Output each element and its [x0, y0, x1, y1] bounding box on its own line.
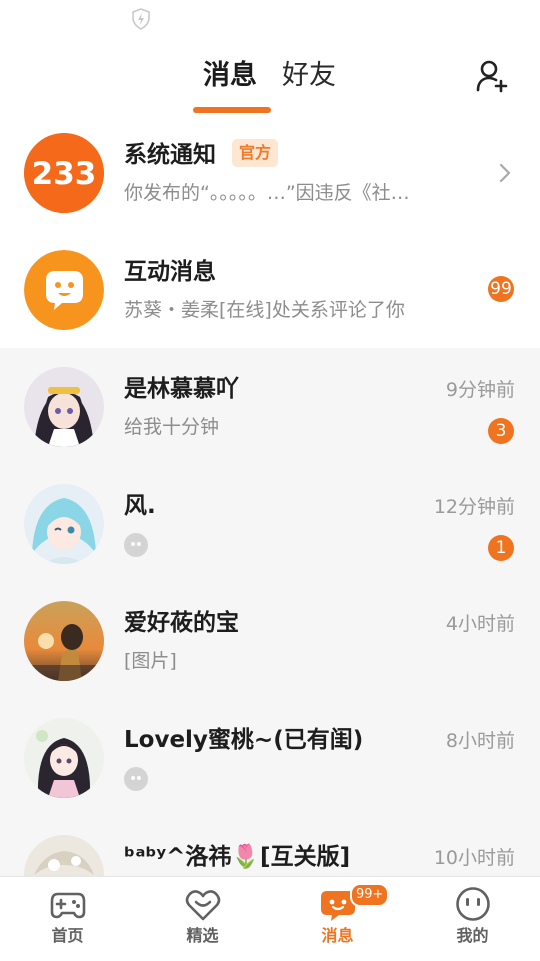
system-logo-icon: 233: [24, 133, 104, 213]
conversation-time: 8小时前: [445, 730, 515, 752]
conversation-name: 风.: [124, 493, 156, 519]
conversation-preview: [图片]: [124, 650, 177, 672]
tab-active-indicator: [193, 107, 271, 113]
header: 消息 好友: [0, 40, 540, 115]
tab-label: 首页: [51, 926, 84, 945]
conversation-preview: [124, 763, 148, 796]
unread-badge: 1: [488, 535, 514, 561]
conversation-preview: [124, 529, 148, 562]
tab-messages[interactable]: 消息: [203, 56, 257, 96]
tab-featured[interactable]: 精选: [135, 877, 270, 961]
speech-bubble-face-icon: [24, 250, 104, 330]
add-friend-icon[interactable]: [474, 58, 510, 94]
sticker-icon: [124, 533, 148, 557]
sticker-icon: [124, 767, 148, 791]
avatar: [24, 250, 104, 330]
tab-messages-nav[interactable]: 99+ 消息: [270, 877, 405, 961]
tab-label: 精选: [186, 926, 219, 945]
conversation-name: 爱好莜的宝: [124, 610, 239, 636]
chevron-right-icon: [499, 163, 511, 183]
conversation-preview: 给我十分钟: [124, 416, 220, 438]
tab-label: 消息: [321, 926, 354, 945]
status-bar: [0, 0, 540, 40]
conversation-name: 是林慕慕吖: [124, 376, 239, 402]
face-icon: [456, 887, 490, 921]
conversation-name: Lovely蜜桃~(已有闺): [124, 727, 364, 753]
avatar: [24, 718, 104, 798]
avatar: [24, 484, 104, 564]
conversation-time: 12分钟前: [433, 496, 515, 518]
shield-icon: [132, 8, 150, 30]
conversation-time: 4小时前: [445, 613, 515, 635]
conversation-item[interactable]: 是林慕慕吖 9分钟前 给我十分钟 3: [0, 348, 540, 465]
conversation-time: 10小时前: [433, 847, 515, 869]
conversation-item[interactable]: 爱好莜的宝 4小时前 [图片]: [0, 582, 540, 699]
avatar: 233: [24, 133, 104, 213]
avatar: [24, 367, 104, 447]
conversation-preview: 苏葵・姜柔[在线]处关系评论了你: [124, 299, 405, 321]
conversation-system-notification[interactable]: 233 系统通知 官方 你发布的“。。。。。…”因违反《社…: [0, 114, 540, 231]
conversation-item[interactable]: Lovely蜜桃~(已有闺) 8小时前: [0, 699, 540, 816]
tab-me[interactable]: 我的: [405, 877, 540, 961]
conversation-name: ᵇᵃᵇʸ^洛祎🌷[互关版]: [124, 844, 351, 870]
tab-friends[interactable]: 好友: [282, 56, 336, 96]
conversation-name: 系统通知 官方: [124, 138, 279, 172]
conversation-name: 互动消息: [124, 259, 216, 285]
gamepad-icon: [50, 892, 86, 919]
tab-label: 我的: [456, 926, 489, 945]
unread-badge: 99: [488, 276, 514, 302]
bottom-tab-bar: 首页 精选 99+ 消息 我的: [0, 876, 540, 961]
official-badge: 官方: [232, 138, 279, 167]
conversation-preview: 你发布的“。。。。。…”因违反《社…: [124, 182, 410, 204]
conversation-item[interactable]: 风. 12分钟前 1: [0, 465, 540, 582]
avatar: [24, 601, 104, 681]
heart-badge-icon: [185, 890, 221, 921]
conversation-time: 9分钟前: [445, 379, 515, 401]
conversation-interaction-messages[interactable]: 互动消息 苏葵・姜柔[在线]处关系评论了你 99: [0, 231, 540, 348]
tab-home[interactable]: 首页: [0, 877, 135, 961]
unread-badge: 3: [488, 418, 514, 444]
tab-unread-badge: 99+: [350, 883, 390, 907]
svg-text:233: 233: [32, 156, 97, 192]
